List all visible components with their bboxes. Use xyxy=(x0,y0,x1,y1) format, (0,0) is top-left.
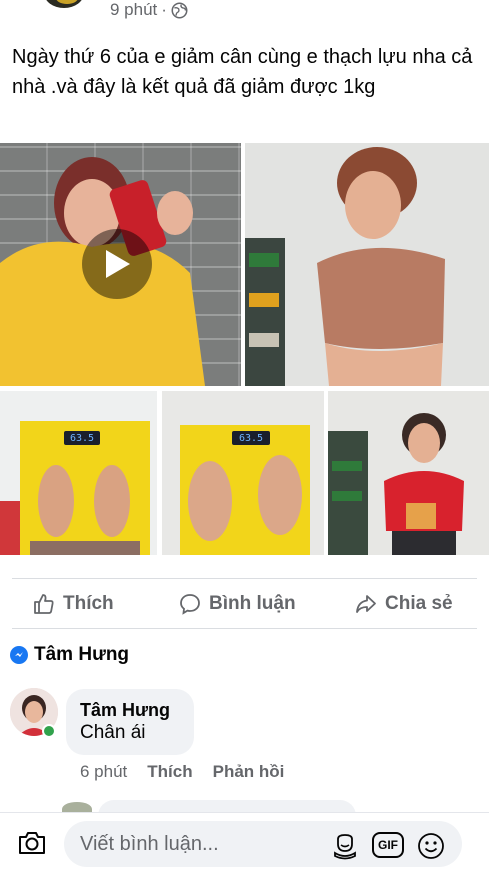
like-button[interactable]: Thích xyxy=(32,586,114,622)
divider xyxy=(12,578,477,579)
photo-red-shirt[interactable] xyxy=(328,391,489,555)
divider xyxy=(12,628,477,629)
play-button[interactable] xyxy=(82,229,152,299)
emoji-icon[interactable] xyxy=(416,831,446,861)
scale-display: 63.5 xyxy=(232,431,270,445)
comment-bubble[interactable]: Tâm Hưng Chân ái xyxy=(66,689,194,755)
avatar-sticker-icon[interactable] xyxy=(330,831,360,861)
woman-red-shirt-photo xyxy=(328,391,489,555)
time-separator: · xyxy=(161,0,167,19)
photo-scale-1[interactable]: 63.5 xyxy=(0,391,157,555)
share-button[interactable]: Chia sẻ xyxy=(354,586,453,622)
photo-scale-2[interactable]: 63.5 xyxy=(162,391,324,555)
gif-icon[interactable]: GIF xyxy=(372,832,404,858)
photo-grid: 63.5 63.5 xyxy=(0,143,489,555)
thumbs-up-icon xyxy=(34,594,54,614)
post-body: Ngày thứ 6 của e giảm cân cùng e thạch l… xyxy=(12,46,473,98)
comment-placeholder: Viết bình luận... xyxy=(80,833,219,855)
messenger-badge-icon xyxy=(10,646,28,664)
camera-icon[interactable] xyxy=(16,827,48,859)
top-commenter-name[interactable]: Tâm Hưng xyxy=(34,644,129,666)
top-commenter[interactable]: Tâm Hưng xyxy=(10,642,129,668)
comment-like-button[interactable]: Thích xyxy=(147,762,192,782)
online-status-dot xyxy=(42,724,56,738)
like-label: Thích xyxy=(63,593,114,614)
comment-meta: 6 phút Thích Phản hồi xyxy=(80,762,284,782)
woman-pink-shirt-photo xyxy=(245,143,489,386)
post-header: 9 phút · xyxy=(0,0,489,26)
comment-text: Chân ái xyxy=(80,722,146,743)
scale-display: 63.5 xyxy=(64,431,100,445)
post-timestamp[interactable]: 9 phút · xyxy=(110,0,188,20)
photo-pink-shirt[interactable] xyxy=(245,143,489,386)
post-actions: Thích Bình luận Chia sẻ xyxy=(0,586,489,622)
share-label: Chia sẻ xyxy=(385,593,453,614)
comment-button[interactable]: Bình luận xyxy=(178,586,296,622)
comment-time[interactable]: 6 phút xyxy=(80,762,127,782)
globe-icon xyxy=(171,2,188,18)
scale-feet-photo-2 xyxy=(162,391,324,555)
post-time[interactable]: 9 phút xyxy=(110,0,157,20)
video-thumbnail[interactable] xyxy=(0,143,241,386)
comment-author[interactable]: Tâm Hưng xyxy=(80,699,180,721)
comment-composer: Viết bình luận... GIF xyxy=(0,812,489,874)
share-icon xyxy=(356,595,376,613)
play-icon xyxy=(106,250,130,278)
comment-reply-button[interactable]: Phản hồi xyxy=(213,762,285,782)
comment-label: Bình luận xyxy=(209,593,296,614)
comment-icon xyxy=(180,594,200,615)
page-avatar[interactable] xyxy=(44,0,84,8)
scale-feet-photo xyxy=(0,391,157,555)
comment-input[interactable]: Viết bình luận... GIF xyxy=(64,821,462,867)
